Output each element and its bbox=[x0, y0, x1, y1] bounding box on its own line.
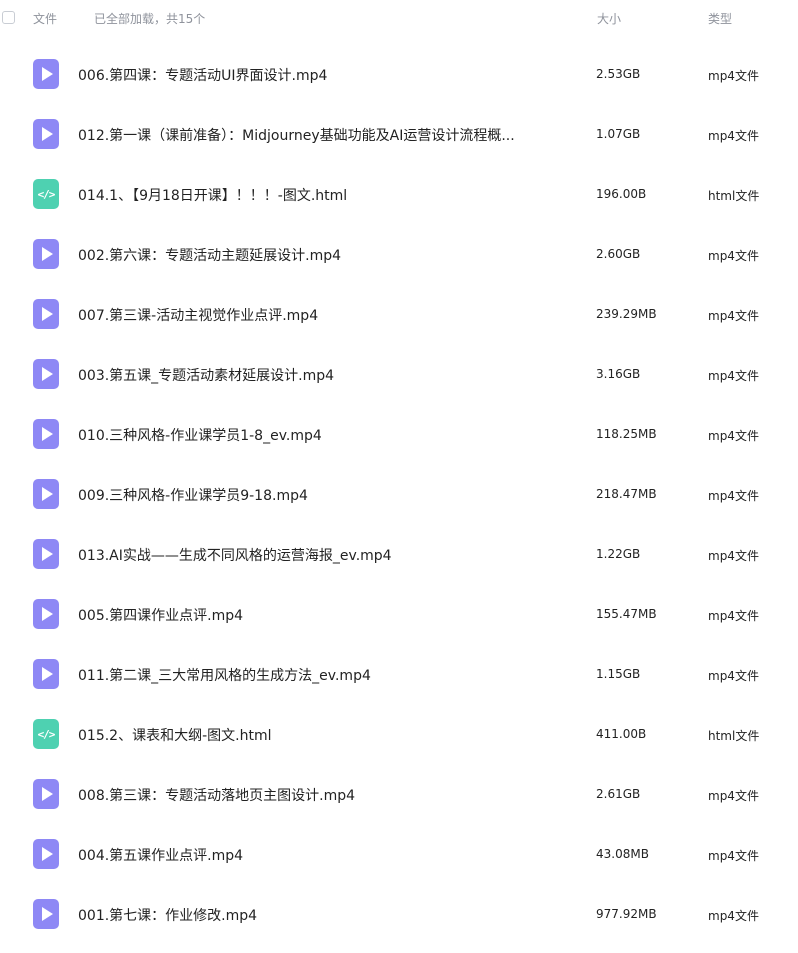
play-icon bbox=[42, 427, 53, 441]
file-size: 118.25MB bbox=[596, 427, 657, 441]
video-file-icon bbox=[33, 839, 59, 869]
file-row[interactable]: 005.第四课作业点评.mp4 155.47MB mp4文件 bbox=[0, 584, 798, 644]
file-size: 196.00B bbox=[596, 187, 647, 201]
video-file-icon bbox=[33, 359, 59, 389]
file-size: 977.92MB bbox=[596, 907, 657, 921]
file-row[interactable]: 006.第四课：专题活动UI界面设计.mp4 2.53GB mp4文件 bbox=[0, 44, 798, 104]
video-file-icon bbox=[33, 299, 59, 329]
file-name[interactable]: 003.第五课_专题活动素材延展设计.mp4 bbox=[78, 365, 334, 385]
file-name[interactable]: 002.第六课：专题活动主题延展设计.mp4 bbox=[78, 245, 341, 265]
play-icon bbox=[42, 607, 53, 621]
file-size: 43.08MB bbox=[596, 847, 649, 861]
video-file-icon bbox=[33, 59, 59, 89]
file-row[interactable]: </> 015.2、课表和大纲-图文.html 411.00B html文件 bbox=[0, 704, 798, 764]
file-type: mp4文件 bbox=[708, 249, 759, 263]
play-icon bbox=[42, 547, 53, 561]
video-file-icon bbox=[33, 539, 59, 569]
file-type: mp4文件 bbox=[708, 789, 759, 803]
play-icon bbox=[42, 487, 53, 501]
play-icon bbox=[42, 787, 53, 801]
file-type: html文件 bbox=[708, 189, 760, 203]
file-type: mp4文件 bbox=[708, 309, 759, 323]
file-size: 1.07GB bbox=[596, 127, 641, 141]
column-header-name[interactable]: 文件 bbox=[33, 10, 57, 27]
file-size: 155.47MB bbox=[596, 607, 657, 621]
code-brackets-icon: </> bbox=[37, 187, 56, 201]
file-name[interactable]: 004.第五课作业点评.mp4 bbox=[78, 845, 243, 865]
column-header-type[interactable]: 类型 bbox=[708, 10, 732, 27]
file-size: 239.29MB bbox=[596, 307, 657, 321]
file-row[interactable]: 013.AI实战——生成不同风格的运营海报_ev.mp4 1.22GB mp4文件 bbox=[0, 524, 798, 584]
video-file-icon bbox=[33, 239, 59, 269]
file-type: mp4文件 bbox=[708, 609, 759, 623]
file-name[interactable]: 005.第四课作业点评.mp4 bbox=[78, 605, 243, 625]
file-name[interactable]: 012.第一课（课前准备）：Midjourney基础功能及AI运营设计流程概..… bbox=[78, 125, 515, 145]
file-list-header: 文件 已全部加载，共15个 大小 类型 bbox=[0, 0, 798, 36]
file-type: mp4文件 bbox=[708, 489, 759, 503]
video-file-icon bbox=[33, 419, 59, 449]
file-type: html文件 bbox=[708, 729, 760, 743]
file-name[interactable]: 014.1、【9月18日开课】！！！-图文.html bbox=[78, 185, 347, 205]
file-size: 218.47MB bbox=[596, 487, 657, 501]
file-name[interactable]: 007.第三课-活动主视觉作业点评.mp4 bbox=[78, 305, 318, 325]
file-type: mp4文件 bbox=[708, 669, 759, 683]
file-name[interactable]: 011.第二课_三大常用风格的生成方法_ev.mp4 bbox=[78, 665, 371, 685]
file-row[interactable]: 002.第六课：专题活动主题延展设计.mp4 2.60GB mp4文件 bbox=[0, 224, 798, 284]
file-row[interactable]: 012.第一课（课前准备）：Midjourney基础功能及AI运营设计流程概..… bbox=[0, 104, 798, 164]
video-file-icon bbox=[33, 899, 59, 929]
file-size: 1.22GB bbox=[596, 547, 641, 561]
file-type: mp4文件 bbox=[708, 909, 759, 923]
file-name[interactable]: 009.三种风格-作业课学员9-18.mp4 bbox=[78, 485, 308, 505]
video-file-icon bbox=[33, 119, 59, 149]
file-type: mp4文件 bbox=[708, 369, 759, 383]
select-all-checkbox[interactable] bbox=[2, 11, 15, 24]
file-size: 411.00B bbox=[596, 727, 647, 741]
play-icon bbox=[42, 127, 53, 141]
play-icon bbox=[42, 307, 53, 321]
file-size: 1.15GB bbox=[596, 667, 641, 681]
play-icon bbox=[42, 67, 53, 81]
file-name[interactable]: 010.三种风格-作业课学员1-8_ev.mp4 bbox=[78, 425, 322, 445]
column-header-size[interactable]: 大小 bbox=[597, 10, 621, 27]
file-row[interactable]: 010.三种风格-作业课学员1-8_ev.mp4 118.25MB mp4文件 bbox=[0, 404, 798, 464]
play-icon bbox=[42, 907, 53, 921]
file-type: mp4文件 bbox=[708, 69, 759, 83]
play-icon bbox=[42, 847, 53, 861]
file-row[interactable]: 003.第五课_专题活动素材延展设计.mp4 3.16GB mp4文件 bbox=[0, 344, 798, 404]
file-row[interactable]: 011.第二课_三大常用风格的生成方法_ev.mp4 1.15GB mp4文件 bbox=[0, 644, 798, 704]
file-row[interactable]: 007.第三课-活动主视觉作业点评.mp4 239.29MB mp4文件 bbox=[0, 284, 798, 344]
file-name[interactable]: 001.第七课：作业修改.mp4 bbox=[78, 905, 257, 925]
video-file-icon bbox=[33, 779, 59, 809]
file-size: 2.53GB bbox=[596, 67, 641, 81]
file-name[interactable]: 013.AI实战——生成不同风格的运营海报_ev.mp4 bbox=[78, 545, 392, 565]
file-row[interactable]: 008.第三课：专题活动落地页主图设计.mp4 2.61GB mp4文件 bbox=[0, 764, 798, 824]
code-brackets-icon: </> bbox=[37, 727, 56, 741]
file-row[interactable]: 001.第七课：作业修改.mp4 977.92MB mp4文件 bbox=[0, 884, 798, 944]
code-file-icon: </> bbox=[33, 719, 59, 749]
code-file-icon: </> bbox=[33, 179, 59, 209]
file-type: mp4文件 bbox=[708, 849, 759, 863]
file-size: 2.61GB bbox=[596, 787, 641, 801]
file-size: 2.60GB bbox=[596, 247, 641, 261]
loaded-count-text: 已全部加载，共15个 bbox=[94, 12, 206, 26]
video-file-icon bbox=[33, 479, 59, 509]
file-size: 3.16GB bbox=[596, 367, 641, 381]
file-name[interactable]: 015.2、课表和大纲-图文.html bbox=[78, 725, 271, 745]
file-type: mp4文件 bbox=[708, 129, 759, 143]
play-icon bbox=[42, 367, 53, 381]
file-list: 006.第四课：专题活动UI界面设计.mp4 2.53GB mp4文件 012.第一课… bbox=[0, 44, 798, 944]
play-icon bbox=[42, 667, 53, 681]
file-type: mp4文件 bbox=[708, 429, 759, 443]
file-type: mp4文件 bbox=[708, 549, 759, 563]
play-icon bbox=[42, 247, 53, 261]
file-row[interactable]: 009.三种风格-作业课学员9-18.mp4 218.47MB mp4文件 bbox=[0, 464, 798, 524]
video-file-icon bbox=[33, 659, 59, 689]
file-name[interactable]: 008.第三课：专题活动落地页主图设计.mp4 bbox=[78, 785, 355, 805]
file-row[interactable]: </> 014.1、【9月18日开课】！！！-图文.html 196.00B html… bbox=[0, 164, 798, 224]
file-row[interactable]: 004.第五课作业点评.mp4 43.08MB mp4文件 bbox=[0, 824, 798, 884]
file-name[interactable]: 006.第四课：专题活动UI界面设计.mp4 bbox=[78, 65, 327, 85]
video-file-icon bbox=[33, 599, 59, 629]
